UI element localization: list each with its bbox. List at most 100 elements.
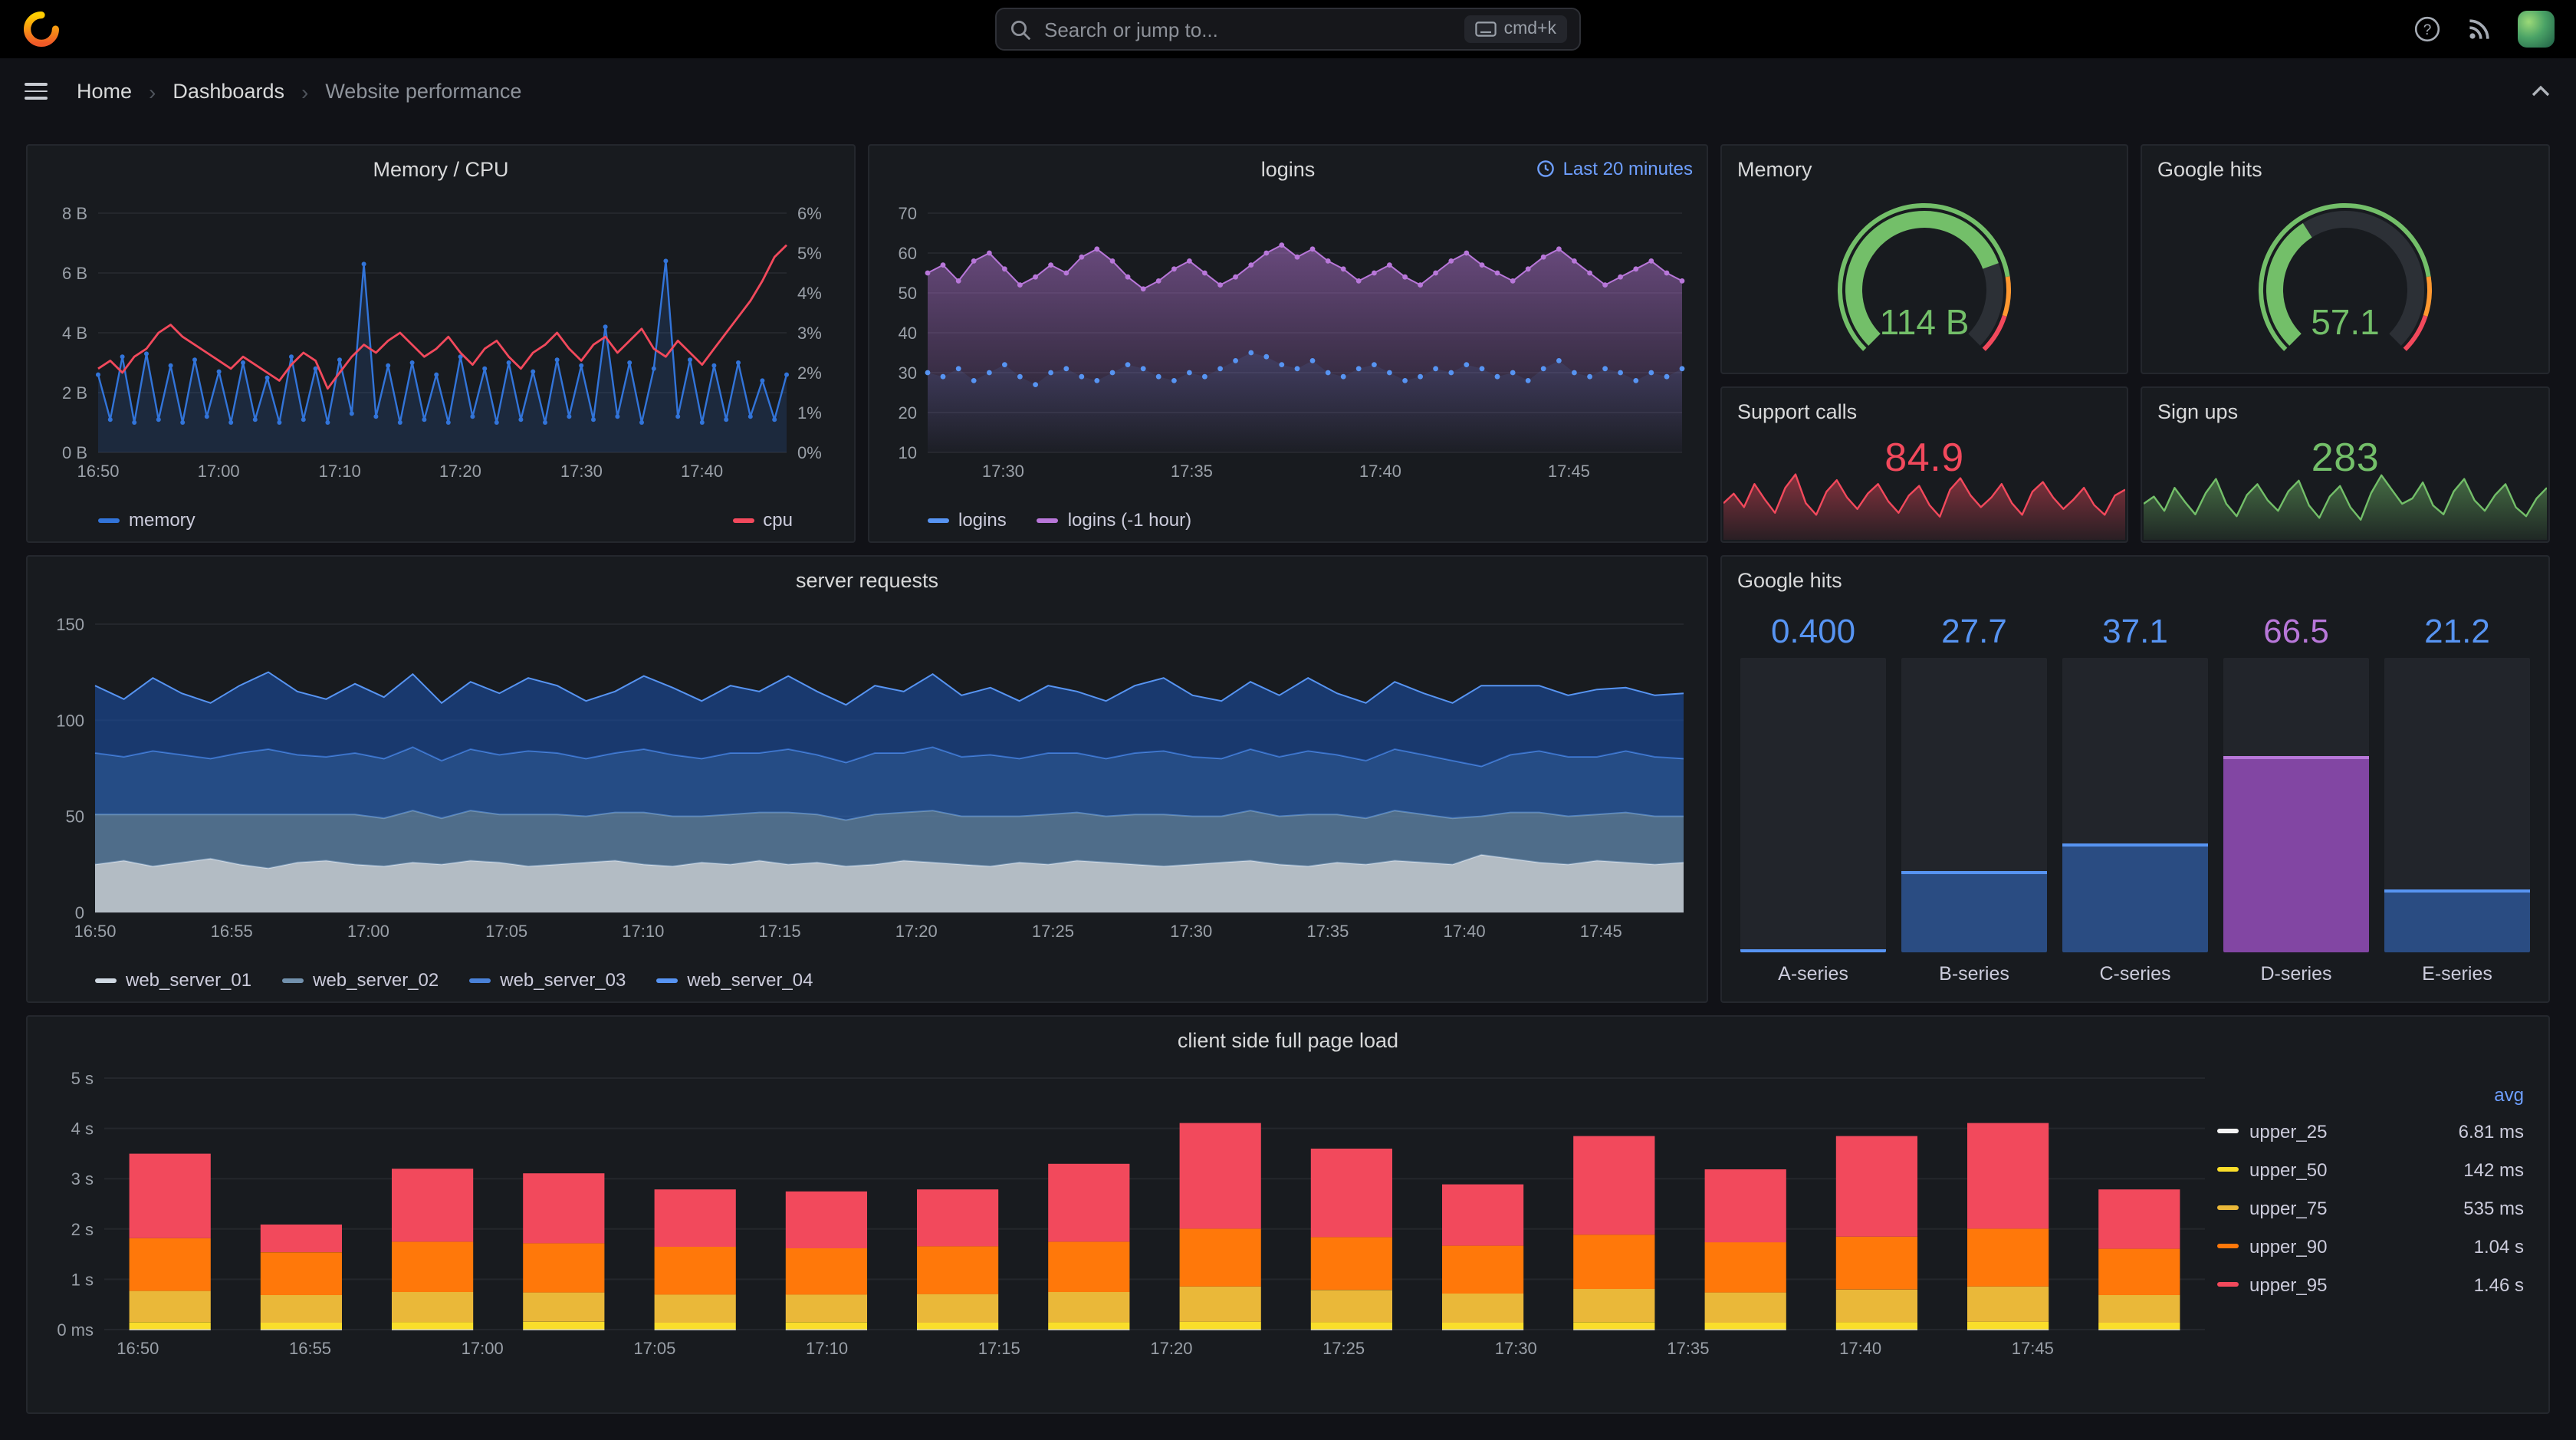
bar-gauge-column-a: 0.400 A-series xyxy=(1740,609,1886,992)
legend-label: web_server_03 xyxy=(500,969,626,991)
panel-title[interactable]: Support calls xyxy=(1722,388,2127,434)
memory-cpu-chart[interactable]: 0 B 2 B 4 B 6 B 8 B 0% 1% 2% 3% 4% 5% 6% 16:50 17:00 1… xyxy=(28,146,854,541)
legend-avg-header[interactable]: avg xyxy=(2217,1078,2524,1112)
legend-item-upper-50[interactable]: upper_50 142 ms xyxy=(2217,1150,2524,1188)
chevron-up-icon[interactable] xyxy=(2530,84,2551,98)
legend-item-web-server-01[interactable]: web_server_01 xyxy=(95,969,251,991)
svg-text:17:40: 17:40 xyxy=(1839,1339,1881,1358)
user-avatar[interactable] xyxy=(2518,11,2555,48)
panel-google-hits-bars: Google hits 0.400 A-series 27.7 B-series… xyxy=(1720,555,2550,1003)
svg-text:1 s: 1 s xyxy=(71,1270,94,1289)
breadcrumb-dashboards[interactable]: Dashboards xyxy=(172,80,284,103)
time-range-badge[interactable]: Last 20 minutes xyxy=(1537,158,1693,179)
legend-item-upper-25[interactable]: upper_25 6.81 ms xyxy=(2217,1112,2524,1150)
search-input[interactable]: Search or jump to... cmd+k xyxy=(995,8,1581,51)
panel-title[interactable]: Memory / CPU xyxy=(28,146,854,192)
bar-track xyxy=(2384,658,2530,952)
legend-item-upper-90[interactable]: upper_90 1.04 s xyxy=(2217,1227,2524,1265)
legend-swatch xyxy=(2217,1167,2239,1172)
stat-value: 283 xyxy=(2311,434,2380,480)
page-load-chart[interactable]: 0 ms 1 s 2 s 3 s 4 s 5 s 16:50 16:55 17:00 17:05 1… xyxy=(28,1017,2548,1412)
legend-item-logins[interactable]: logins xyxy=(928,509,1007,531)
menu-toggle-icon[interactable] xyxy=(25,82,48,100)
bar-value: 0.400 xyxy=(1770,612,1856,650)
svg-text:17:10: 17:10 xyxy=(806,1339,848,1358)
svg-text:17:00: 17:00 xyxy=(198,462,240,481)
svg-text:17:00: 17:00 xyxy=(347,922,389,941)
panel-server-requests: server requests 0 50 100 150 16:50 16:55 17:00… xyxy=(26,555,1708,1003)
svg-text:17:20: 17:20 xyxy=(439,462,481,481)
legend-item-web-server-02[interactable]: web_server_02 xyxy=(282,969,439,991)
svg-text:100: 100 xyxy=(56,711,84,730)
panel-title[interactable]: Sign ups xyxy=(2142,388,2548,434)
svg-text:6%: 6% xyxy=(797,204,822,223)
svg-text:17:30: 17:30 xyxy=(1170,922,1212,941)
legend-item-logins-1hour[interactable]: logins (-1 hour) xyxy=(1037,509,1191,531)
bar-fill xyxy=(2062,843,2208,952)
legend-item-upper-95[interactable]: upper_95 1.46 s xyxy=(2217,1265,2524,1304)
search-icon xyxy=(1010,19,1031,40)
svg-text:17:45: 17:45 xyxy=(1580,922,1622,941)
bar-track xyxy=(2223,658,2369,952)
breadcrumb-separator: › xyxy=(301,79,309,104)
bar-gauge-column-d: 66.5 D-series xyxy=(2223,609,2369,992)
bar-value: 66.5 xyxy=(2263,612,2329,650)
svg-text:30: 30 xyxy=(899,363,917,383)
svg-text:2 B: 2 B xyxy=(62,383,87,403)
legend-label: upper_75 xyxy=(2249,1197,2328,1218)
panel-title[interactable]: server requests xyxy=(28,557,1707,603)
legend-label: upper_25 xyxy=(2249,1120,2328,1142)
bar-value: 21.2 xyxy=(2424,612,2490,650)
svg-text:60: 60 xyxy=(899,244,917,263)
legend-label: web_server_04 xyxy=(687,969,813,991)
legend-swatch xyxy=(2217,1244,2239,1248)
svg-text:50: 50 xyxy=(66,807,84,827)
panel-title[interactable]: Memory xyxy=(1722,146,2127,192)
svg-text:17:30: 17:30 xyxy=(560,462,603,481)
svg-text:17:25: 17:25 xyxy=(1032,922,1074,941)
svg-text:17:45: 17:45 xyxy=(1548,462,1590,481)
page-load-legend: avg upper_25 6.81 ms upper_50 142 ms upp… xyxy=(2217,1078,2524,1304)
grafana-dashboard: Search or jump to... cmd+k ? Home › Dash… xyxy=(0,0,2576,1440)
legend-swatch xyxy=(2217,1129,2239,1133)
svg-text:17:25: 17:25 xyxy=(1322,1339,1365,1358)
breadcrumb-home[interactable]: Home xyxy=(77,80,132,103)
rss-news-icon[interactable] xyxy=(2466,15,2493,43)
clock-icon xyxy=(1537,160,1555,177)
gauge-value: 114 B xyxy=(1879,302,1970,342)
svg-text:10: 10 xyxy=(899,443,917,462)
panel-title[interactable]: Google hits xyxy=(1722,557,2548,603)
legend-label: upper_95 xyxy=(2249,1274,2328,1295)
legend-item-upper-75[interactable]: upper_75 535 ms xyxy=(2217,1188,2524,1227)
logins-chart[interactable]: 10 20 30 40 50 60 70 17:30 17:35 17:40 17:45 xyxy=(869,146,1707,541)
panel-title[interactable]: client side full page load xyxy=(28,1017,2548,1063)
legend-item-web-server-03[interactable]: web_server_03 xyxy=(469,969,626,991)
panel-title[interactable]: Google hits xyxy=(2142,146,2548,192)
legend-swatch xyxy=(656,978,678,982)
svg-text:20: 20 xyxy=(899,403,917,422)
search-placeholder: Search or jump to... xyxy=(1044,18,1218,41)
svg-text:0 ms: 0 ms xyxy=(57,1320,94,1340)
svg-text:3 s: 3 s xyxy=(71,1169,94,1188)
svg-text:4 B: 4 B xyxy=(62,324,87,343)
bar-gauge-column-e: 21.2 E-series xyxy=(2384,609,2530,992)
svg-text:17:30: 17:30 xyxy=(1495,1339,1537,1358)
panel-sign-ups: Sign ups 283 xyxy=(2141,386,2550,543)
bar-fill xyxy=(1901,870,2047,952)
legend-item-web-server-04[interactable]: web_server_04 xyxy=(656,969,813,991)
svg-text:0 B: 0 B xyxy=(62,443,87,462)
panel-memory-gauge: Memory 114 B xyxy=(1720,144,2128,374)
bar-gauge-column-b: 27.7 B-series xyxy=(1901,609,2047,992)
svg-text:40: 40 xyxy=(899,324,917,343)
server-requests-chart[interactable]: 0 50 100 150 16:50 16:55 17:00 17:05 17:10 17:15 1… xyxy=(28,557,1707,1001)
svg-text:50: 50 xyxy=(899,284,917,303)
legend-item-memory[interactable]: memory xyxy=(98,509,196,531)
legend-swatch xyxy=(282,978,304,982)
svg-text:17:10: 17:10 xyxy=(319,462,361,481)
grafana-logo[interactable] xyxy=(21,9,61,49)
shortcut-label: cmd+k xyxy=(1503,20,1556,38)
help-icon[interactable]: ? xyxy=(2413,15,2441,43)
legend-item-cpu[interactable]: cpu xyxy=(732,509,793,531)
svg-text:70: 70 xyxy=(899,204,917,223)
bar-track xyxy=(1901,658,2047,952)
